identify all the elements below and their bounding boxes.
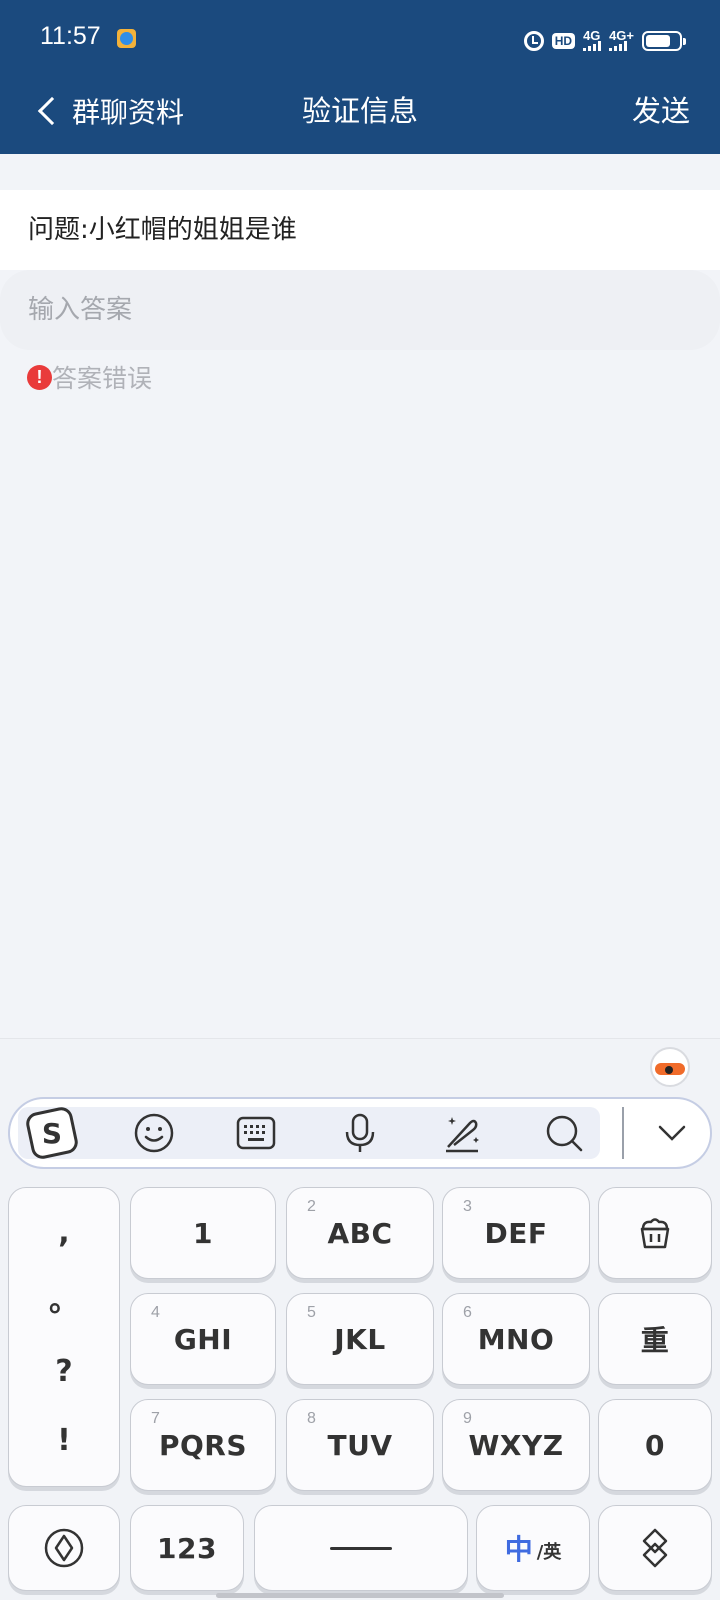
delete-key[interactable] xyxy=(598,1187,712,1279)
key-tuv[interactable]: 8 TUV xyxy=(286,1399,434,1491)
collapse-icon[interactable] xyxy=(644,1107,700,1159)
space-bar-icon xyxy=(330,1546,392,1550)
key-def[interactable]: 3 DEF xyxy=(442,1187,590,1279)
punct-question[interactable]: ? xyxy=(55,1356,72,1387)
punctuation-key[interactable]: , 。 ? ! xyxy=(8,1187,120,1487)
key-ghi[interactable]: 4 GHI xyxy=(130,1293,276,1385)
key-number: 2 xyxy=(307,1198,316,1215)
key-wxyz[interactable]: 9 WXYZ xyxy=(442,1399,590,1491)
key-label: WXYZ xyxy=(468,1428,564,1462)
network-label-2: 4G+ xyxy=(609,28,634,43)
search-icon[interactable] xyxy=(536,1107,592,1159)
key-number: 7 xyxy=(151,1410,160,1427)
chevron-left-icon xyxy=(37,96,67,126)
mascot-icon[interactable] xyxy=(650,1047,690,1087)
key-0[interactable]: 0 xyxy=(598,1399,712,1491)
key-label: PQRS xyxy=(158,1428,248,1462)
signal-4g-icon: 4G xyxy=(583,28,602,51)
key-number: 4 xyxy=(151,1304,160,1321)
key-label: ABC xyxy=(327,1216,393,1250)
ime-keyboard: S , 。 ? ! 1 2 ABC 3 DEF 4 GHI 5 JKL 6 MN… xyxy=(0,1038,720,1600)
key-number: 5 xyxy=(307,1304,316,1321)
language-switch-key[interactable]: 中 /英 xyxy=(476,1505,590,1591)
top-bar: 11:57 HD 4G 4G+ 群聊资料 验证信息 发送 xyxy=(0,0,720,154)
key-abc[interactable]: 2 ABC xyxy=(286,1187,434,1279)
key-mno[interactable]: 6 MNO xyxy=(442,1293,590,1385)
key-label: MNO xyxy=(477,1322,555,1356)
numbers-key[interactable]: 123 xyxy=(130,1505,244,1591)
network-label-1: 4G xyxy=(583,28,601,43)
send-button[interactable]: 发送 xyxy=(632,86,690,136)
toolbar-divider xyxy=(622,1107,624,1159)
key-jkl[interactable]: 5 JKL xyxy=(286,1293,434,1385)
key-label: 1 xyxy=(193,1216,213,1250)
symbols-icon xyxy=(44,1528,84,1568)
key-pqrs[interactable]: 7 PQRS xyxy=(130,1399,276,1491)
signal-4g-plus-icon: 4G+ xyxy=(609,28,634,51)
key-label: TUV xyxy=(327,1428,393,1462)
battery-fill xyxy=(646,35,670,47)
key-number: 9 xyxy=(463,1410,472,1427)
punct-period[interactable]: 。 xyxy=(49,1287,79,1317)
key-number: 3 xyxy=(463,1198,472,1215)
key-label: 123 xyxy=(157,1531,217,1565)
delete-icon xyxy=(640,1218,670,1249)
answer-input[interactable]: 输入答案 xyxy=(0,270,720,350)
lang-sub-label: /英 xyxy=(536,1542,562,1563)
toolbar-background xyxy=(18,1107,600,1159)
space-key[interactable] xyxy=(254,1505,468,1591)
punct-exclamation[interactable]: ! xyxy=(57,1426,71,1456)
microphone-icon[interactable] xyxy=(332,1107,388,1159)
lang-main-label: 中 xyxy=(504,1533,533,1566)
redo-key[interactable]: 重 xyxy=(598,1293,712,1385)
hd-icon: HD xyxy=(551,33,576,49)
handwriting-icon[interactable] xyxy=(434,1107,490,1159)
punct-comma[interactable]: , xyxy=(58,1217,69,1248)
home-indicator[interactable] xyxy=(216,1593,504,1598)
status-time: 11:57 xyxy=(40,22,101,50)
key-label: DEF xyxy=(484,1216,548,1250)
alarm-icon xyxy=(523,31,544,51)
key-label: JKL xyxy=(334,1322,386,1356)
status-icons: HD 4G 4G+ xyxy=(523,26,686,56)
key-label: 重 xyxy=(640,1324,670,1357)
keyboard-toolbar: S xyxy=(8,1097,712,1169)
keyboard-icon[interactable] xyxy=(228,1107,284,1159)
link-icon xyxy=(642,1528,668,1568)
emoji-icon[interactable] xyxy=(126,1107,182,1159)
sogou-logo-icon[interactable]: S xyxy=(24,1107,80,1159)
back-button[interactable]: 群聊资料 xyxy=(34,86,184,136)
symbol-key[interactable] xyxy=(8,1505,120,1591)
question-text: 问题:小红帽的姐姐是谁 xyxy=(0,190,720,270)
back-label: 群聊资料 xyxy=(72,96,185,129)
error-icon: ! xyxy=(27,364,52,390)
key-number: 6 xyxy=(463,1304,472,1321)
key-label: GHI xyxy=(173,1322,233,1356)
battery-icon xyxy=(642,31,686,51)
key-1[interactable]: 1 xyxy=(130,1187,276,1279)
key-number: 8 xyxy=(307,1410,316,1427)
error-text: 答案错误 xyxy=(52,364,153,393)
app-notification-icon xyxy=(117,29,136,48)
key-label: 0 xyxy=(645,1428,665,1462)
enter-key[interactable] xyxy=(598,1505,712,1591)
error-message: ! 答案错误 xyxy=(27,362,153,393)
svg-text:S: S xyxy=(42,1117,62,1150)
